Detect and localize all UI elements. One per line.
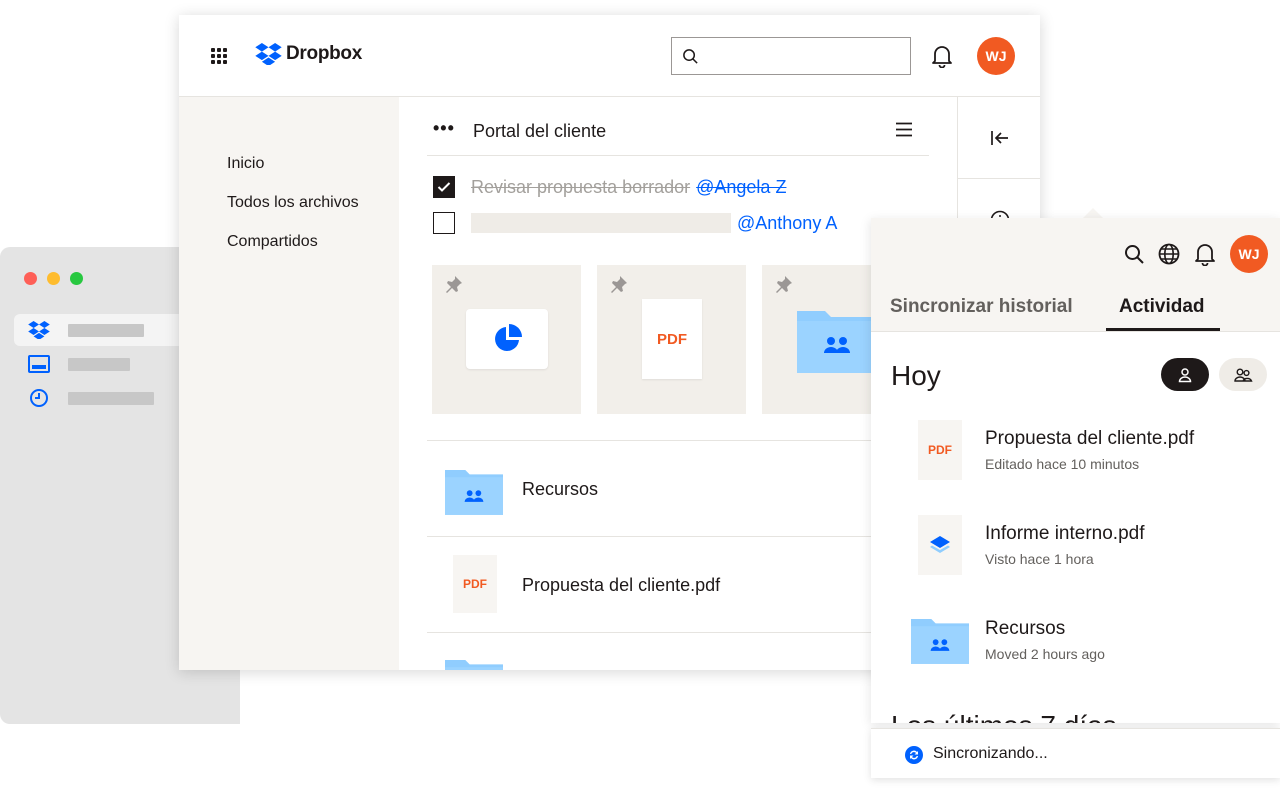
brand-name: Dropbox	[286, 43, 363, 64]
shared-folder-icon	[445, 469, 503, 515]
task-checkbox[interactable]	[433, 176, 455, 198]
section-heading-last-7-days: Los últimos 7 días	[891, 710, 1117, 723]
pdf-label: PDF	[657, 330, 687, 348]
task-text-placeholder	[471, 213, 731, 233]
task-item: @Anthony A	[433, 211, 837, 235]
activity-panel-header: WJ Sincronizar historial Actividad	[871, 218, 1280, 332]
mention-link[interactable]: @Anthony A	[737, 213, 837, 234]
pinned-tile-pdf[interactable]: PDF	[597, 265, 746, 414]
filter-my-activity-button[interactable]	[1161, 358, 1209, 391]
checkmark-icon	[437, 182, 451, 192]
sidebar-item-compartidos[interactable]: Compartidos	[227, 233, 318, 251]
more-options-icon[interactable]: •••	[433, 119, 455, 137]
placeholder-bar	[68, 323, 144, 337]
clock-icon	[30, 389, 48, 407]
dropbox-layers-icon	[930, 536, 950, 553]
maximize-window-button[interactable]	[70, 272, 83, 285]
top-bar: Dropbox WJ	[179, 15, 1040, 97]
pinned-tile-chart[interactable]	[432, 265, 581, 414]
search-input[interactable]	[671, 37, 911, 75]
avatar[interactable]: WJ	[1230, 235, 1268, 273]
collapse-left-icon	[990, 130, 1008, 145]
active-tab-indicator	[1106, 328, 1220, 331]
sidebar: Inicio Todos los archivos Compartidos	[179, 97, 399, 670]
tab-sincronizar-historial[interactable]: Sincronizar historial	[890, 296, 1073, 318]
avatar[interactable]: WJ	[977, 37, 1015, 75]
activity-panel: WJ Sincronizar historial Actividad Hoy P…	[871, 218, 1280, 723]
panel-toolbar: WJ	[1124, 235, 1268, 273]
shared-folder-icon	[797, 311, 877, 373]
pin-icon[interactable]	[443, 275, 463, 295]
globe-icon[interactable]	[1158, 243, 1180, 265]
pie-chart-icon	[495, 324, 522, 351]
activity-item-subtitle: Editado hace 10 minutos	[985, 456, 1140, 472]
activity-item-subtitle: Visto hace 1 hora	[985, 551, 1094, 567]
activity-item-recursos[interactable]: Recursos Moved 2 hours ago	[871, 610, 1280, 690]
document-title: Portal del cliente	[473, 121, 607, 141]
filter-shared-activity-button[interactable]	[1219, 358, 1267, 391]
placeholder-bar	[68, 357, 130, 371]
placeholder-bar	[68, 391, 154, 405]
dropbox-doc-icon	[918, 515, 962, 575]
activity-item-subtitle: Moved 2 hours ago	[985, 646, 1105, 662]
sync-status-bar: Sincronizando...	[871, 728, 1280, 778]
search-icon	[683, 49, 698, 64]
minimize-window-button[interactable]	[47, 272, 60, 285]
activity-item-propuesta[interactable]: PDF Propuesta del cliente.pdf Editado ha…	[871, 420, 1280, 500]
dropbox-icon	[255, 43, 282, 65]
sidebar-item-todos-los-archivos[interactable]: Todos los archivos	[227, 194, 359, 212]
sidebar-item-inicio[interactable]: Inicio	[227, 155, 264, 173]
file-name: Recursos	[522, 479, 599, 499]
section-heading-today: Hoy	[891, 360, 941, 391]
shared-folder-icon	[911, 618, 969, 664]
sync-icon	[905, 746, 923, 764]
task-checkbox[interactable]	[433, 212, 455, 234]
mention-link[interactable]: @Angela Z	[696, 177, 786, 198]
folder-icon	[445, 659, 503, 670]
pdf-file-icon: PDF	[453, 555, 497, 613]
window-controls	[24, 272, 83, 285]
pdf-label: PDF	[463, 577, 487, 591]
activity-item-informe[interactable]: Informe interno.pdf Visto hace 1 hora	[871, 515, 1280, 595]
people-icon	[1234, 368, 1253, 382]
sync-status-text: Sincronizando...	[933, 745, 1048, 762]
window-icon	[28, 355, 50, 373]
task-text: Revisar propuesta borrador	[471, 176, 691, 197]
activity-item-title: Informe interno.pdf	[985, 523, 1145, 544]
task-item: Revisar propuesta borrador @Angela Z	[433, 175, 786, 199]
pdf-label: PDF	[928, 443, 952, 457]
app-grid-icon[interactable]	[211, 48, 227, 64]
tab-actividad[interactable]: Actividad	[1119, 296, 1205, 318]
activity-item-title: Recursos	[985, 618, 1066, 639]
pin-icon[interactable]	[608, 275, 628, 295]
collapse-panel-button[interactable]	[958, 97, 1040, 179]
bell-icon[interactable]	[931, 44, 953, 68]
chart-preview	[466, 309, 548, 369]
pin-icon[interactable]	[773, 275, 793, 295]
bell-icon[interactable]	[1194, 242, 1216, 266]
dropbox-icon	[28, 321, 50, 339]
activity-item-title: Propuesta del cliente.pdf	[985, 428, 1195, 449]
pdf-preview: PDF	[642, 299, 702, 379]
menu-icon[interactable]	[895, 122, 913, 137]
document-header: ••• Portal del cliente	[427, 97, 929, 156]
person-icon	[1178, 367, 1192, 382]
dropbox-logo[interactable]: Dropbox	[255, 43, 362, 65]
file-name: Propuesta del cliente.pdf	[522, 575, 721, 595]
close-window-button[interactable]	[24, 272, 37, 285]
pdf-file-icon: PDF	[918, 420, 962, 480]
search-icon[interactable]	[1124, 244, 1144, 264]
